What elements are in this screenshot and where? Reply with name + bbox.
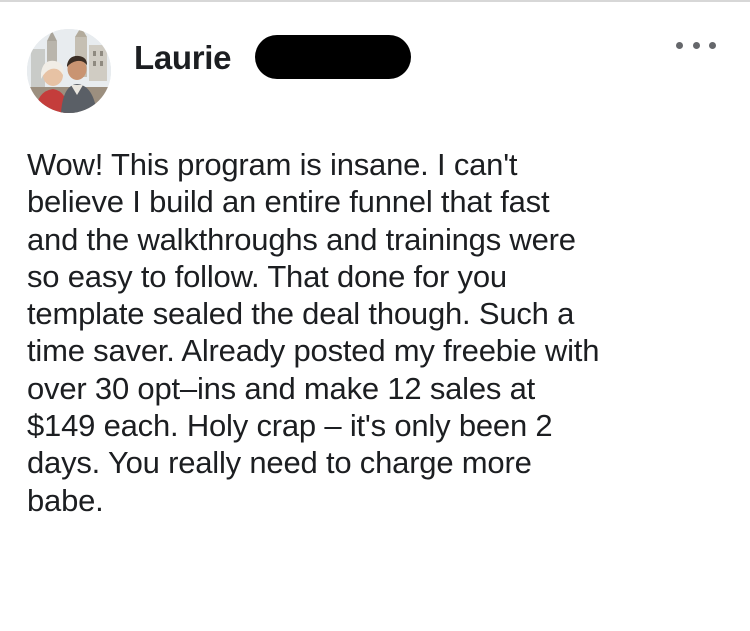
post-body-text: Wow! This program is insane. I can't bel… bbox=[27, 147, 600, 518]
more-options-button[interactable] bbox=[676, 34, 716, 56]
more-options-icon bbox=[676, 41, 683, 49]
post-card: Laurie Wow! This program is insane. I ca… bbox=[0, 0, 750, 631]
more-options-icon bbox=[709, 41, 716, 49]
author-avatar[interactable] bbox=[27, 29, 111, 113]
avatar-photo bbox=[27, 29, 111, 113]
more-options-icon bbox=[692, 41, 700, 49]
redacted-surname-block bbox=[255, 35, 411, 79]
author-name[interactable]: Laurie bbox=[134, 38, 232, 78]
